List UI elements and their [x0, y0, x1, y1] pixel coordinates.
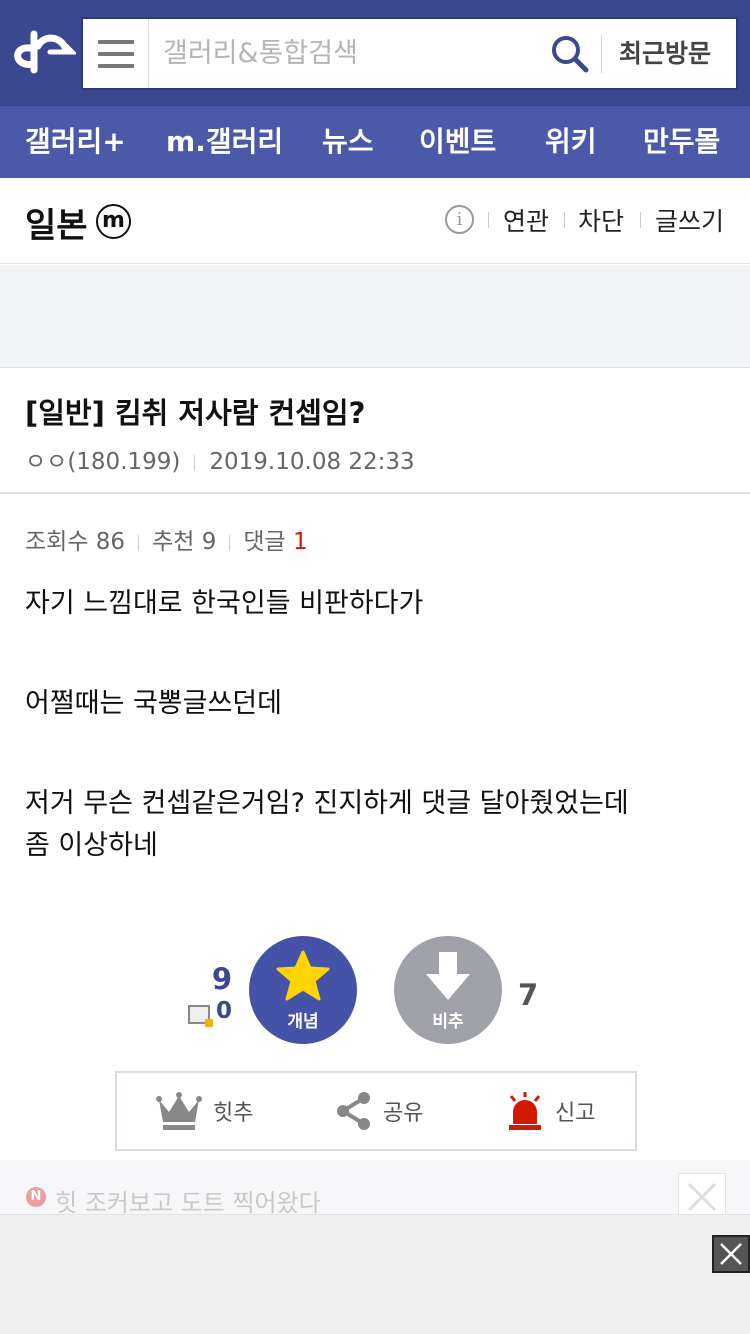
gallery-title[interactable]: 일본 — [25, 198, 88, 247]
post-body-line: 자기 느낌대로 한국인들 비판하다가 — [25, 588, 424, 619]
notice-text[interactable]: 힛 조커보고 도트 찍어왔다 — [55, 1183, 321, 1218]
write-link[interactable]: 글쓰기 — [655, 202, 724, 238]
search-divider — [601, 35, 602, 73]
comments-label: 댓글 — [243, 529, 286, 555]
minor-gallery-badge: m — [96, 204, 131, 239]
crown-icon — [156, 1092, 202, 1130]
share-label: 공유 — [383, 1101, 424, 1126]
post-body-line: 좀 이상하네 — [25, 830, 158, 861]
dc-logo-icon[interactable] — [10, 26, 76, 78]
bottom-ad-banner — [0, 1214, 750, 1334]
views-label: 조회수 — [25, 529, 89, 555]
search-input[interactable] — [163, 19, 543, 88]
ad-banner — [0, 265, 750, 368]
recommend-label: 추천 — [152, 529, 195, 555]
menu-button[interactable] — [83, 19, 149, 88]
nav-item-news[interactable]: 뉴스 — [322, 106, 374, 178]
new-badge-icon: N — [26, 1187, 46, 1207]
post-body-line: 저거 무슨 컨셉같은거임? 진지하게 댓글 달아줬었는데 — [25, 788, 629, 819]
nav-item-gallery-plus[interactable]: 갤러리+ — [25, 106, 126, 178]
share-icon — [337, 1092, 370, 1130]
post-date: 2019.10.08 22:33 — [209, 449, 415, 475]
divider — [194, 454, 196, 471]
post-author[interactable]: ㅇㅇ(180.199) — [25, 449, 180, 475]
nav-item-event[interactable]: 이벤트 — [419, 106, 496, 178]
search-icon[interactable] — [549, 33, 591, 75]
share-button[interactable]: 공유 — [335, 1073, 423, 1149]
views-count: 86 — [95, 529, 126, 555]
divider — [0, 492, 750, 494]
hamburger-icon — [97, 39, 134, 44]
divider — [229, 534, 231, 551]
report-button[interactable]: 신고 — [505, 1073, 595, 1149]
arrow-down-icon — [426, 952, 470, 1000]
post-meta: ㅇㅇ(180.199) 2019.10.08 22:33 — [25, 442, 415, 476]
downvote-label: 비추 — [432, 1012, 464, 1032]
divider — [138, 534, 140, 551]
star-icon — [276, 950, 330, 1001]
fixed-recommend-count: 0 — [215, 998, 232, 1024]
comments-count[interactable]: 1 — [293, 529, 308, 555]
fixed-recommend-icon — [188, 1005, 213, 1027]
hamburger-icon — [97, 63, 134, 68]
siren-icon — [509, 1092, 541, 1130]
nav-item-mandu-mall[interactable]: 만두몰 — [643, 106, 720, 178]
ad-close-button[interactable] — [712, 1235, 750, 1273]
post-title: [일반] 킴취 저사람 컨셉임? — [25, 396, 366, 430]
action-bar: 힛추 공유 신고 — [115, 1071, 637, 1151]
gallery-header: 일본 m i 연관 차단 글쓰기 — [0, 178, 750, 264]
top-bar: 최근방문 — [0, 0, 750, 106]
recommend-count: 9 — [201, 529, 217, 555]
nav-item-wiki[interactable]: 위키 — [545, 106, 597, 178]
divider — [564, 212, 565, 228]
close-icon — [720, 1243, 742, 1265]
divider — [488, 212, 489, 228]
hit-recommend-label: 힛추 — [213, 1101, 254, 1126]
block-link[interactable]: 차단 — [578, 202, 624, 238]
upvote-label: 개념 — [287, 1012, 319, 1032]
recent-visit-button[interactable]: 최근방문 — [619, 19, 711, 88]
upvote-count: 9 — [211, 962, 232, 996]
downvote-button[interactable]: 비추 — [394, 936, 502, 1044]
hamburger-icon — [97, 51, 134, 56]
divider — [640, 212, 641, 228]
info-icon[interactable]: i — [445, 205, 474, 234]
global-nav: 갤러리+ m.갤러리 뉴스 이벤트 위키 만두몰 — [0, 106, 750, 178]
downvote-count: 7 — [518, 978, 539, 1012]
post-stats: 조회수 86 추천 9 댓글 1 — [25, 522, 308, 556]
post-body-line: 어쩔때는 국뽕글쓰던데 — [25, 688, 282, 719]
related-link[interactable]: 연관 — [503, 202, 549, 238]
upvote-button[interactable]: 개념 — [249, 936, 357, 1044]
nav-item-m-gallery[interactable]: m.갤러리 — [166, 106, 283, 178]
search-box: 최근방문 — [81, 17, 738, 90]
report-label: 신고 — [555, 1101, 596, 1126]
hit-recommend-button[interactable]: 힛추 — [155, 1073, 253, 1149]
